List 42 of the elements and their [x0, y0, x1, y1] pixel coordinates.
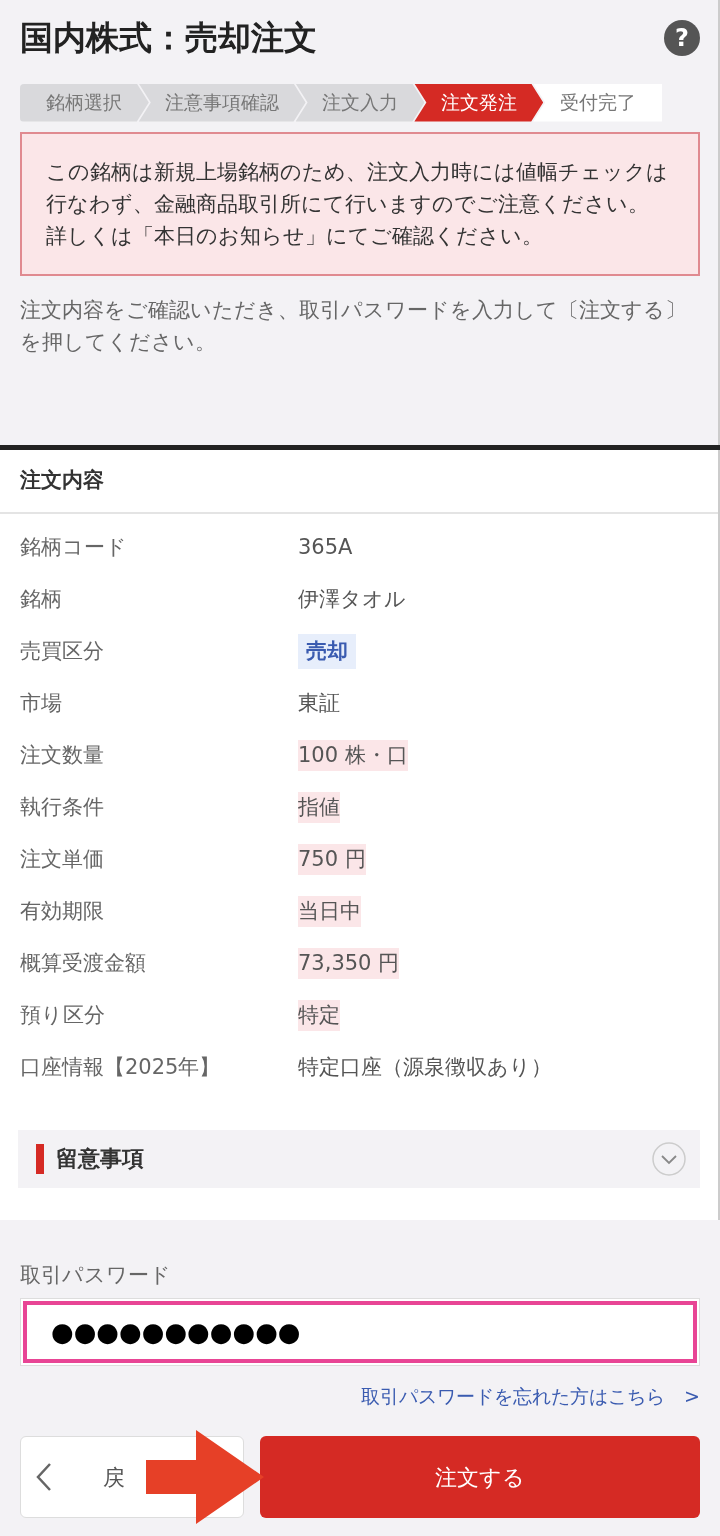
forgot-password-link[interactable]: 取引パスワードを忘れた方はこちら > [361, 1381, 700, 1410]
field-label: 市場 [20, 689, 63, 717]
arrow-icon [146, 1430, 264, 1524]
field-value: 指値 [298, 791, 340, 824]
field-label: 売買区分 [20, 637, 105, 665]
field-label: 取引パスワード [20, 1262, 172, 1289]
field-value: 東証 [298, 689, 340, 717]
field-label: 概算受渡金額 [20, 949, 147, 977]
field-label: 有効期限 [20, 897, 105, 925]
alert-text: 詳しくは「本日のお知らせ」にてご確認ください。 [46, 222, 544, 250]
page-title: 国内株式：売却注文 [20, 18, 317, 58]
field-label: 注文単価 [20, 845, 105, 873]
progress-step: 注意事項確認 [138, 83, 306, 122]
accent-bar [36, 1143, 44, 1174]
field-value: 750 円 [298, 843, 366, 876]
field-label: 口座情報【2025年】 [20, 1053, 222, 1081]
chevron-left-icon [35, 1462, 53, 1492]
alert-text: この銘柄は新規上場銘柄のため、注文入力時には値幅チェックは行なわず、金融商品取引所にて行いますのでご注意ください。 [46, 158, 669, 218]
help-button[interactable]: ? [664, 19, 700, 56]
field-label: 銘柄 [20, 585, 63, 613]
progress-step: 注文発注 [414, 83, 544, 122]
field-value: 365A [298, 533, 353, 561]
field-value: 伊澤タオル [298, 585, 406, 613]
field-value: 73,350 円 [298, 947, 400, 980]
chevron-icon[interactable] [652, 1141, 686, 1176]
progress-step: 銘柄選択 [20, 83, 149, 122]
section-title: 注文内容 [0, 450, 718, 514]
field-label: 注文数量 [20, 741, 105, 769]
submit-button[interactable]: 注文する [260, 1436, 700, 1518]
field-value: 特定 [298, 999, 340, 1032]
instruction-text: 注文内容をご確認いただき、取引パスワードを入力して〔注文する〕を押してください。 [20, 296, 687, 356]
field-value: 当日中 [298, 895, 361, 928]
field-label: 執行条件 [20, 793, 105, 821]
field-label: 銘柄コード [20, 533, 128, 561]
field-value: 特定口座（源泉徴収あり） [298, 1053, 552, 1081]
progress-step: 受付完了 [533, 83, 662, 122]
field-value: 100 株・口 [298, 739, 408, 772]
progress-step: 注文入力 [295, 83, 425, 122]
field-label: 預り区分 [20, 1001, 106, 1029]
side-tag: 売却 [298, 633, 356, 670]
notes-header[interactable]: 留意事項 [18, 1129, 700, 1188]
password-field[interactable]: ●●●●●●●●●●● [23, 1300, 697, 1363]
